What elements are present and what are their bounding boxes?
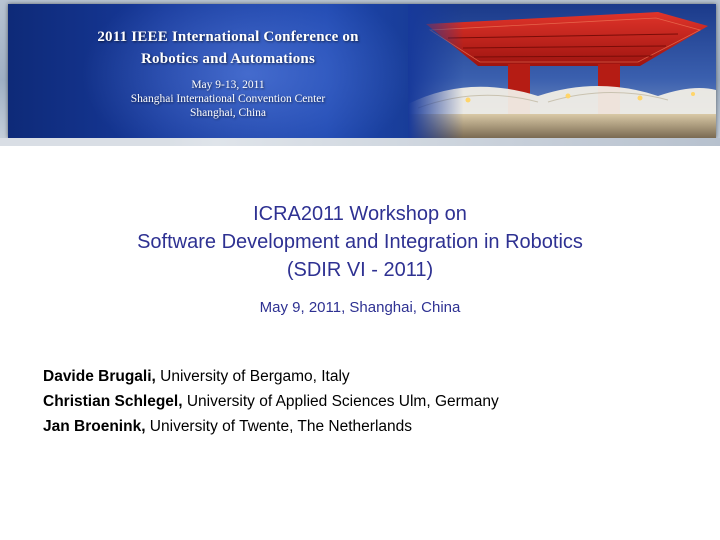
author-row: Davide Brugali, University of Bergamo, I… bbox=[43, 364, 683, 389]
title-line-2: Software Development and Integration in … bbox=[137, 231, 583, 253]
conference-name-line1: 2011 IEEE International Conference on bbox=[97, 29, 359, 45]
banner-panel: 2011 IEEE International Conference on Ro… bbox=[8, 4, 716, 138]
author-list: Davide Brugali, University of Bergamo, I… bbox=[43, 364, 683, 439]
author-affiliation: University of Bergamo, Italy bbox=[155, 368, 350, 385]
banner-text: 2011 IEEE International Conference on Ro… bbox=[48, 26, 408, 120]
author-affiliation: University of Applied Sciences Ulm, Germ… bbox=[182, 393, 499, 410]
conference-dates: May 9-13, 2011 bbox=[191, 79, 265, 91]
workshop-title: ICRA2011 Workshop on Software Developmen… bbox=[0, 200, 720, 284]
author-row: Jan Broenink, University of Twente, The … bbox=[43, 414, 683, 439]
author-name: Christian Schlegel, bbox=[43, 393, 183, 410]
banner-bottom-accent bbox=[0, 138, 170, 146]
conference-venue: Shanghai International Convention Center bbox=[130, 93, 326, 105]
conference-name-line2: Robotics and Automations bbox=[141, 51, 315, 67]
title-line-1: ICRA2011 Workshop on bbox=[253, 203, 467, 225]
conference-banner: 2011 IEEE International Conference on Ro… bbox=[0, 0, 720, 146]
author-row: Christian Schlegel, University of Applie… bbox=[43, 389, 683, 414]
title-line-3: (SDIR VI - 2011) bbox=[286, 259, 434, 281]
china-pavilion-photo bbox=[408, 4, 716, 138]
author-name: Davide Brugali, bbox=[43, 368, 156, 385]
conference-city: Shanghai, China bbox=[189, 107, 267, 119]
author-affiliation: University of Twente, The Netherlands bbox=[145, 418, 413, 435]
workshop-date-place: May 9, 2011, Shanghai, China bbox=[259, 299, 461, 316]
author-name: Jan Broenink, bbox=[43, 418, 146, 435]
